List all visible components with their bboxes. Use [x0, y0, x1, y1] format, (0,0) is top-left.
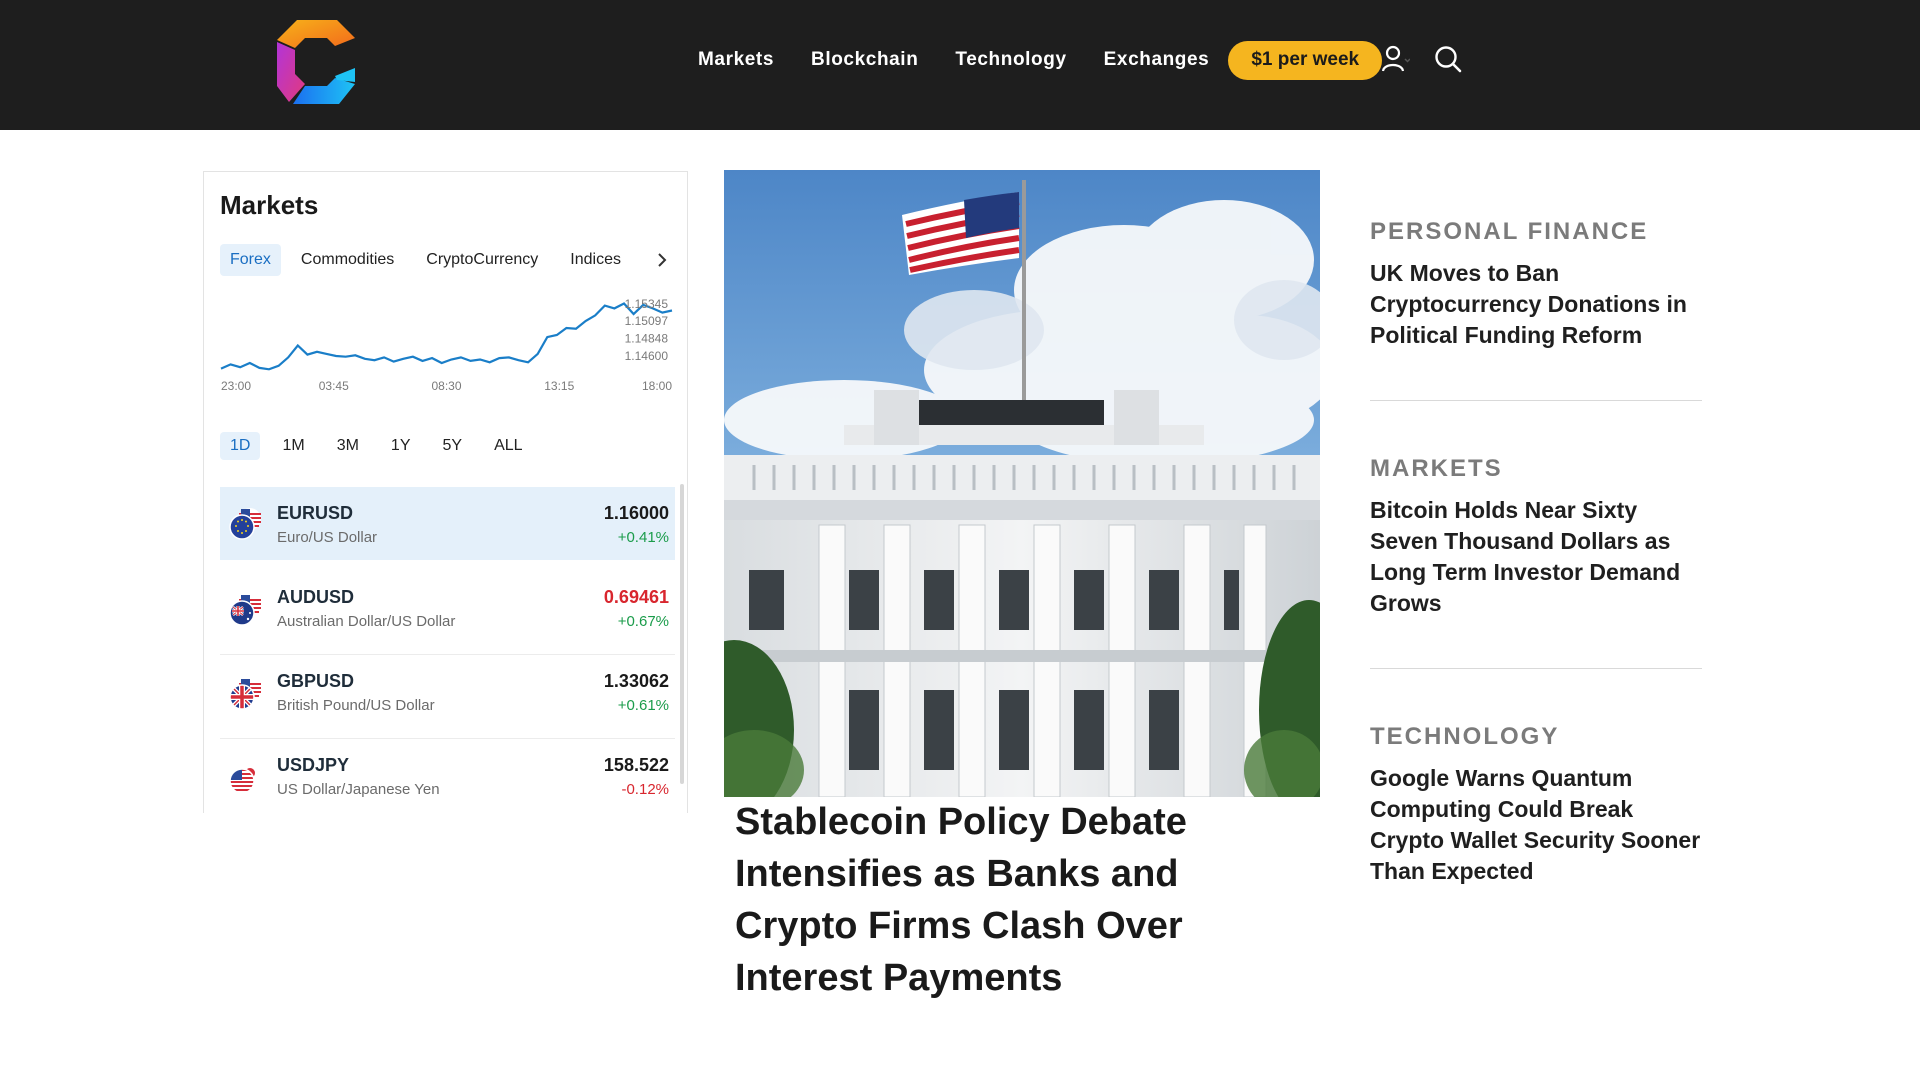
row-description: Euro/US Dollar: [277, 529, 378, 546]
forex-list: EURUSD Euro/US Dollar 1.16000 +0.41% AUD…: [220, 487, 675, 813]
story-rail: PERSONAL FINANCE UK Moves to Ban Cryptoc…: [1370, 218, 1702, 887]
markets-widget: Markets Forex Commodities CryptoCurrency…: [203, 171, 688, 813]
row-symbol: GBPUSD: [277, 671, 355, 691]
row-change: -0.12%: [621, 781, 669, 798]
range-1m[interactable]: 1M: [272, 432, 314, 460]
x-tick-label: 23:00: [221, 379, 251, 392]
subscribe-button[interactable]: $1 per week: [1228, 40, 1383, 80]
story-card: PERSONAL FINANCE UK Moves to Ban Cryptoc…: [1370, 218, 1702, 351]
nav-exchanges[interactable]: Exchanges: [1104, 49, 1210, 71]
series-line: [220, 302, 673, 371]
nav-markets[interactable]: Markets: [698, 49, 774, 71]
tab-commodities[interactable]: Commodities: [291, 244, 404, 276]
us-jp-flag-icon: [229, 762, 261, 794]
range-1d[interactable]: 1D: [220, 432, 261, 460]
row-symbol: USDJPY: [277, 755, 350, 775]
range-1y[interactable]: 1Y: [381, 432, 421, 460]
user-icon[interactable]: [1380, 44, 1410, 74]
range-5y[interactable]: 5Y: [433, 432, 473, 460]
x-tick-label: 08:30: [431, 379, 461, 392]
widget-title: Markets: [220, 190, 319, 220]
site-header: Markets Blockchain Technology Exchanges …: [0, 0, 1920, 130]
gb-us-flag-icon: [229, 678, 261, 710]
range-3m[interactable]: 3M: [327, 432, 369, 460]
row-price: 0.69461: [603, 587, 669, 607]
table-row[interactable]: EURUSD Euro/US Dollar 1.16000 +0.41%: [220, 487, 675, 560]
story-headline[interactable]: UK Moves to Ban Cryptocurrency Donations…: [1370, 258, 1702, 351]
divider: [1370, 668, 1702, 669]
row-price: 1.16000: [603, 503, 669, 523]
story-card: TECHNOLOGY Google Warns Quantum Computin…: [1370, 723, 1702, 887]
story-card: MARKETS Bitcoin Holds Near Sixty Seven T…: [1370, 455, 1702, 619]
forex-line-chart: 1.15345 1.15097 1.14848 1.14600 23:00 03:45 08…: [220, 297, 673, 392]
range-all[interactable]: ALL: [484, 432, 532, 460]
market-tabs: Forex Commodities CryptoCurrency Indices: [220, 244, 641, 276]
y-tick-label: 1.15345: [625, 297, 669, 311]
chevron-right-icon[interactable]: [652, 250, 672, 270]
table-row[interactable]: USDJPY US Dollar/Japanese Yen 158.522 -0…: [220, 739, 675, 813]
row-change: +0.67%: [617, 613, 669, 630]
row-symbol: AUDUSD: [277, 587, 355, 607]
tab-forex[interactable]: Forex: [220, 244, 281, 276]
row-description: Australian Dollar/US Dollar: [277, 613, 456, 630]
row-price: 158.522: [603, 755, 669, 775]
y-tick-label: 1.14848: [625, 332, 669, 346]
y-tick-label: 1.14600: [625, 349, 669, 363]
row-description: US Dollar/Japanese Yen: [277, 781, 440, 798]
row-change: +0.41%: [617, 529, 669, 546]
tab-cryptocurrency[interactable]: CryptoCurrency: [416, 244, 548, 276]
story-category[interactable]: PERSONAL FINANCE: [1370, 218, 1702, 246]
story-category[interactable]: TECHNOLOGY: [1370, 723, 1702, 751]
list-scrollbar[interactable]: [680, 484, 684, 784]
x-tick-label: 13:15: [544, 379, 574, 392]
hero-image[interactable]: [724, 170, 1320, 797]
table-row[interactable]: GBPUSD British Pound/US Dollar 1.33062 +…: [220, 655, 675, 739]
divider: [1370, 400, 1702, 401]
row-description: British Pound/US Dollar: [277, 697, 435, 714]
story-headline[interactable]: Bitcoin Holds Near Sixty Seven Thousand …: [1370, 495, 1702, 619]
eu-us-flag-icon: [229, 508, 261, 540]
tab-indices[interactable]: Indices: [560, 244, 631, 276]
range-selector: 1D 1M 3M 1Y 5Y ALL: [220, 432, 545, 460]
x-tick-label: 03:45: [319, 379, 349, 392]
au-us-flag-icon: [229, 594, 261, 626]
main-nav: Markets Blockchain Technology Exchanges …: [698, 40, 1383, 80]
story-headline[interactable]: Google Warns Quantum Computing Could Bre…: [1370, 763, 1702, 887]
story-category[interactable]: MARKETS: [1370, 455, 1702, 483]
nav-technology[interactable]: Technology: [955, 49, 1066, 71]
y-tick-label: 1.15097: [625, 314, 669, 328]
x-tick-label: 18:00: [642, 379, 672, 392]
site-logo[interactable]: [275, 18, 357, 106]
row-symbol: EURUSD: [277, 503, 354, 523]
table-row[interactable]: AUDUSD Australian Dollar/US Dollar 0.694…: [220, 571, 675, 655]
row-change: +0.61%: [617, 697, 669, 714]
search-icon[interactable]: [1433, 44, 1463, 74]
nav-blockchain[interactable]: Blockchain: [811, 49, 918, 71]
row-price: 1.33062: [603, 671, 669, 691]
hero-headline[interactable]: Stablecoin Policy Debate Intensifies as …: [735, 796, 1235, 1004]
